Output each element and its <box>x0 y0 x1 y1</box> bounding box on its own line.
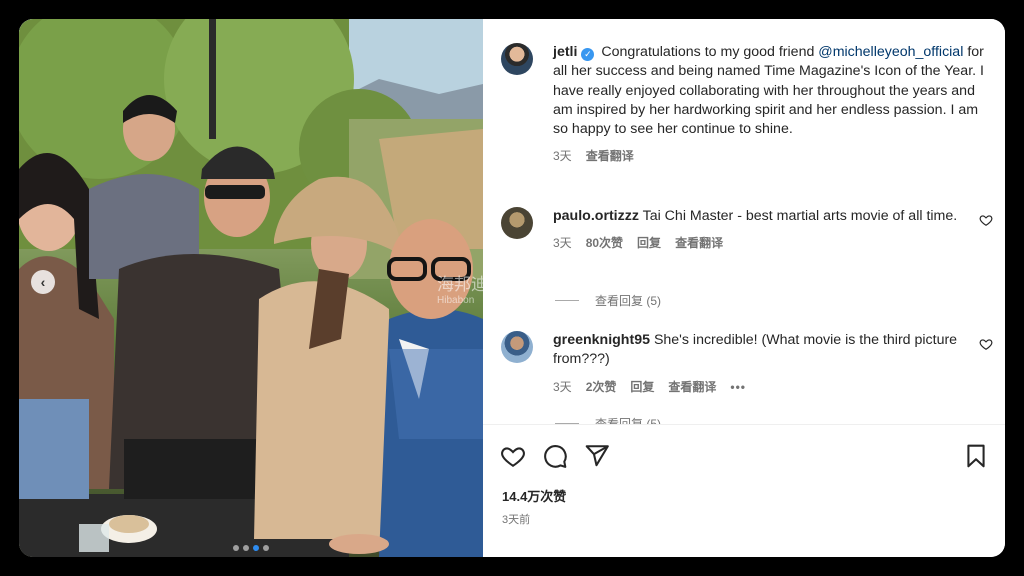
comment-reply-button[interactable]: 回复 <box>630 378 654 397</box>
caption-translate-link[interactable]: 查看翻译 <box>586 147 634 166</box>
watermark: 海邦迪 Hibabon <box>437 270 488 306</box>
author-avatar[interactable] <box>501 43 533 75</box>
comment-reply-button[interactable]: 回复 <box>637 234 661 253</box>
post-caption: jetli ✓ Congratulations to my good friend… <box>501 43 993 167</box>
carousel-dot-active <box>253 545 259 551</box>
comment-text: Tai Chi Master - best martial arts movie… <box>642 208 958 224</box>
comment-timestamp: 3天 <box>553 379 572 394</box>
post-actions-bar <box>500 443 989 469</box>
carousel-dot <box>263 545 269 551</box>
commenter-username[interactable]: greenknight95 <box>553 332 650 348</box>
bookmark-icon[interactable] <box>963 443 989 469</box>
post-timestamp: 3天前 <box>502 514 531 526</box>
caption-mention-link[interactable]: @michelleyeoh_official <box>818 44 963 60</box>
carousel-dots <box>19 545 483 551</box>
share-icon[interactable] <box>584 443 610 469</box>
replies-line <box>555 300 579 301</box>
comment-like-count[interactable]: 80次赞 <box>586 234 623 253</box>
author-username[interactable]: jetli <box>553 44 577 60</box>
instagram-post-window: ‹ jetli ✓ Congratulations to my good frie… <box>19 19 1005 557</box>
comment-more-options-button[interactable]: ••• <box>730 378 746 397</box>
carousel-prev-button[interactable]: ‹ <box>31 270 55 294</box>
comment-item: greenknight95 She's incredible! (What mo… <box>501 331 993 397</box>
commenter-avatar[interactable] <box>501 207 533 239</box>
commenter-avatar[interactable] <box>501 331 533 363</box>
caption-timestamp: 3天 <box>553 149 572 164</box>
comment-timestamp: 3天 <box>553 236 572 251</box>
comment-like-count[interactable]: 2次赞 <box>586 378 617 397</box>
post-like-count[interactable]: 14.4万次赞 <box>502 486 566 505</box>
carousel-dot <box>233 545 239 551</box>
view-replies-label: 查看回复 (5) <box>595 417 662 425</box>
watermark-subtext: Hibabon <box>437 295 475 306</box>
comment-icon[interactable] <box>542 443 568 469</box>
comment-like-heart-icon[interactable] <box>979 213 993 227</box>
group-photo-illustration <box>19 19 483 557</box>
post-details-panel: jetli ✓ Congratulations to my good friend… <box>483 19 1005 557</box>
replies-line <box>555 423 579 424</box>
view-replies-label: 查看回复 (5) <box>595 294 662 308</box>
commenter-username[interactable]: paulo.ortizzz <box>553 208 639 224</box>
caption-text-start: Congratulations to my good friend <box>601 44 815 60</box>
comments-list[interactable]: jetli ✓ Congratulations to my good friend… <box>483 19 1005 425</box>
comment-translate-link[interactable]: 查看翻译 <box>675 234 723 253</box>
verified-badge-icon: ✓ <box>581 48 595 61</box>
post-photo[interactable]: ‹ <box>19 19 483 557</box>
watermark-text: 海邦迪 <box>437 275 488 294</box>
view-replies-toggle[interactable]: 查看回复 (5) <box>555 292 661 309</box>
comment-item: paulo.ortizzz Tai Chi Master - best mart… <box>501 207 993 254</box>
carousel-dot <box>243 545 249 551</box>
comment-like-heart-icon[interactable] <box>979 337 993 351</box>
comment-translate-link[interactable]: 查看翻译 <box>668 378 716 397</box>
view-replies-toggle[interactable]: 查看回复 (5) <box>555 415 662 425</box>
heart-icon[interactable] <box>500 443 526 469</box>
